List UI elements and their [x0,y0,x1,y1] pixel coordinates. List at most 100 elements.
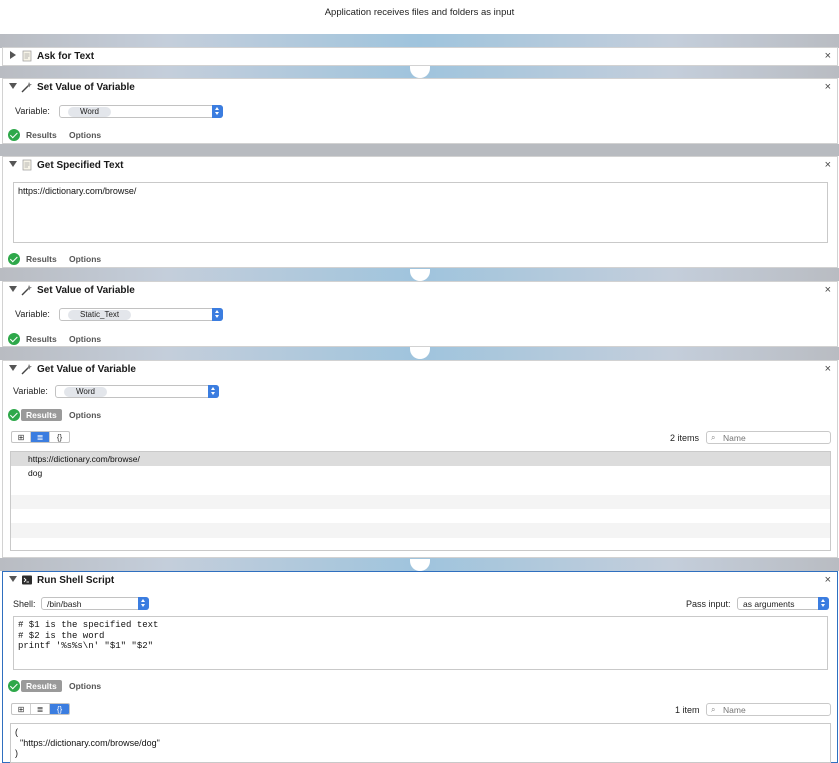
options-tab[interactable]: Options [64,333,106,345]
action-title: Set Value of Variable [37,82,135,93]
close-icon[interactable]: × [825,50,831,62]
popup-stepper-icon [212,308,223,321]
variable-wand-icon [21,82,32,93]
code-view-icon[interactable]: {} [50,432,69,442]
results-tab[interactable]: Results [21,333,62,345]
results-search-input[interactable] [723,704,823,715]
action-title: Get Value of Variable [37,364,136,375]
connector-band [0,34,839,48]
variable-popup[interactable]: Word [55,385,219,398]
variable-label: Variable: [15,106,50,116]
list-item[interactable]: https://dictionary.com/browse/ [11,452,830,467]
results-search-input[interactable] [723,432,823,443]
results-item-count: 2 items [670,433,700,443]
list-item[interactable]: dog [11,466,830,480]
connector-notch [410,269,430,281]
options-tab[interactable]: Options [64,253,106,265]
shell-label: Shell: [13,599,36,609]
list-view-icon[interactable]: ≣ [31,704,50,714]
connector-band [0,144,839,156]
action-footer: Results Options [3,331,837,347]
results-search[interactable]: ⌕ [706,703,831,716]
action-ask-for-text[interactable]: Ask for Text × [2,47,838,66]
action-title-bar[interactable]: Ask for Text × [3,48,837,66]
action-set-value-variable-static-text[interactable]: Set Value of Variable × Variable: Static… [2,281,838,347]
disclosure-triangle-icon[interactable] [9,161,17,167]
connector-band [0,268,839,281]
results-list[interactable]: https://dictionary.com/browse/ dog [10,451,831,551]
grid-view-icon[interactable]: ⊞ [12,704,31,714]
results-view-switcher[interactable]: ⊞ ≣ {} [11,431,70,443]
action-title-bar[interactable]: Run Shell Script × [3,572,837,590]
disclosure-triangle-icon[interactable] [9,365,17,371]
search-icon: ⌕ [711,705,716,714]
success-check-icon [8,333,20,345]
shell-script-editor[interactable]: # $1 is the specified text # $2 is the w… [13,616,828,670]
connector-band [0,558,839,571]
connector-band [0,347,839,360]
close-icon[interactable]: × [825,159,831,171]
disclosure-triangle-icon[interactable] [9,576,17,582]
close-icon[interactable]: × [825,81,831,93]
success-check-icon [8,129,20,141]
results-tab[interactable]: Results [21,680,62,692]
action-get-value-variable[interactable]: Get Value of Variable × Variable: Word R… [2,360,838,558]
action-title-bar[interactable]: Get Value of Variable × [3,361,837,379]
list-view-icon[interactable]: ≣ [31,432,50,442]
disclosure-triangle-icon[interactable] [9,286,17,292]
results-item-count: 1 item [675,705,700,715]
action-set-value-variable-word[interactable]: Set Value of Variable × Variable: Word R… [2,78,838,144]
results-output-code[interactable]: ( "https://dictionary.com/browse/dog" ) [10,723,831,763]
variable-label: Variable: [13,386,48,396]
close-icon[interactable]: × [825,574,831,586]
action-title: Ask for Text [37,51,95,62]
action-footer: Results Options [3,407,837,423]
results-tab[interactable]: Results [21,409,62,421]
results-tab[interactable]: Results [21,253,62,265]
variable-wand-icon [21,285,32,296]
options-tab[interactable]: Options [64,409,106,421]
action-title: Get Specified Text [37,160,124,171]
action-run-shell-script[interactable]: Run Shell Script × Shell: /bin/bash Pass… [2,571,838,763]
popup-stepper-icon [212,105,223,118]
list-empty-row [11,494,830,510]
terminal-icon [22,575,32,585]
action-footer: Results Options [3,678,837,694]
action-title-bar[interactable]: Set Value of Variable × [3,282,837,300]
variable-popup[interactable]: Word [59,105,223,118]
code-view-icon[interactable]: {} [50,704,69,714]
pass-input-value: as arguments [743,599,795,609]
success-check-icon [8,409,20,421]
action-footer: Results Options [3,127,837,143]
list-empty-row [11,538,830,552]
workflow-area: Application receives files and folders a… [0,0,839,763]
disclosure-triangle-icon[interactable] [9,83,17,89]
results-search[interactable]: ⌕ [706,431,831,444]
specified-text-field[interactable]: https://dictionary.com/browse/ [13,182,828,243]
list-empty-row [11,523,830,538]
results-view-switcher[interactable]: ⊞ ≣ {} [11,703,70,715]
disclosure-triangle-icon[interactable] [10,51,16,59]
workflow-input-description: Application receives files and folders a… [0,0,839,34]
close-icon[interactable]: × [825,363,831,375]
action-get-specified-text[interactable]: Get Specified Text × https://dictionary.… [2,156,838,268]
shell-popup[interactable]: /bin/bash [41,597,149,610]
action-title-bar[interactable]: Set Value of Variable × [3,79,837,97]
text-document-icon [22,159,32,171]
variable-label: Variable: [15,309,50,319]
options-tab[interactable]: Options [64,129,106,141]
options-tab[interactable]: Options [64,680,106,692]
popup-stepper-icon [208,385,219,398]
pass-input-popup[interactable]: as arguments [737,597,829,610]
text-document-icon [22,50,32,62]
grid-view-icon[interactable]: ⊞ [12,432,31,442]
variable-wand-icon [21,364,32,375]
list-empty-row [11,509,830,523]
shell-value: /bin/bash [47,599,82,609]
variable-popup[interactable]: Static_Text [59,308,223,321]
close-icon[interactable]: × [825,284,831,296]
results-tab[interactable]: Results [21,129,62,141]
variable-token: Static_Text [68,310,132,320]
connector-notch [410,66,430,78]
action-title-bar[interactable]: Get Specified Text × [3,157,837,175]
